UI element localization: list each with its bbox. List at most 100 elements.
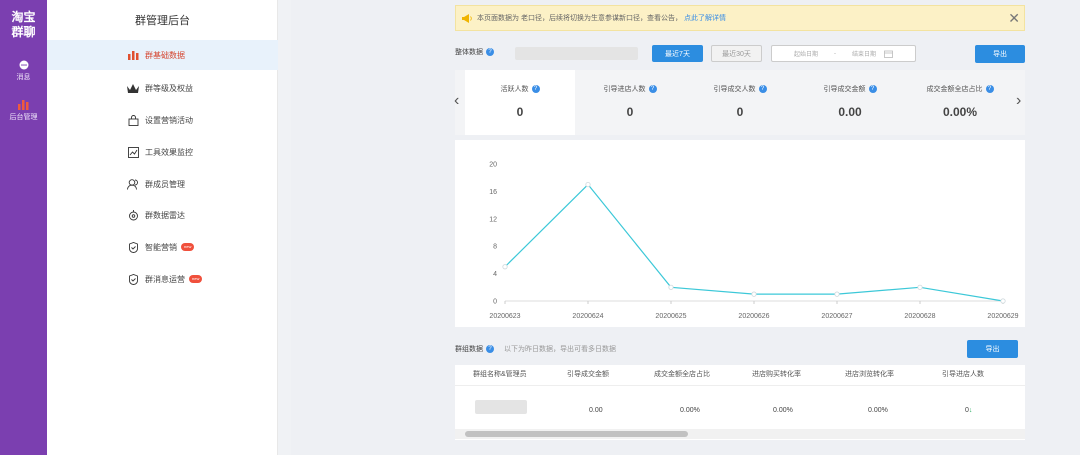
export-overview-button[interactable]: 导出 [975,45,1025,63]
metric-card[interactable]: 引导进店人数? 0 [575,70,685,135]
app-logo[interactable]: 淘宝 群聊 [0,10,47,40]
sidebar-item-label: 群等级及权益 [145,83,193,93]
last-7-days-button[interactable]: 最近7天 [652,45,703,62]
data-point [668,284,674,290]
table-header[interactable]: 成交金额全店占比 [654,369,710,379]
help-icon[interactable]: ? [985,85,994,93]
metric-value: 0 [736,105,744,119]
metric-label: 引导成交人数 [713,86,756,93]
series-line [504,183,1004,302]
sidebar-item-label: 群数据雷达 [145,210,185,220]
metric-label: 成交金额全店占比 [926,86,983,93]
rail-item-backend[interactable]: 后台管理 [0,100,47,122]
shop-selector-blurred[interactable] [515,47,638,60]
horizontal-scrollbar[interactable] [455,429,1025,439]
calendar-icon[interactable] [884,50,893,58]
end-date-input[interactable]: 结束日期 [852,49,876,58]
chat-icon [19,60,28,70]
metric-card[interactable]: 活跃人数? 0 [465,70,575,135]
start-date-input[interactable]: 起始日期 [794,49,818,58]
help-icon[interactable]: ? [531,85,540,93]
user-icon [127,178,139,190]
header-divider [455,385,1025,386]
sidebar-title: 群管理后台 [135,15,190,27]
sidebar-item-group-level[interactable]: 群等级及权益 [47,73,278,103]
scrollbar-thumb[interactable] [465,431,688,437]
metric-card[interactable]: 引导成交金额? 0.00 [795,70,905,135]
bar-chart-icon [127,49,139,61]
sidebar-item-smart-marketing[interactable]: 智能营销 new [47,232,278,262]
sidebar-item-label: 智能营销 [145,242,177,252]
megaphone-icon [462,13,472,23]
close-icon[interactable]: ✕ [1008,11,1020,25]
table-header[interactable]: 进店购买转化率 [752,369,801,379]
help-icon[interactable]: ? [648,85,657,93]
rail-item-label: 后台管理 [9,114,38,121]
sidebar-item-label: 工具效果监控 [145,147,193,157]
metric-card[interactable]: 引导成交人数? 0 [685,70,795,135]
notice-text: 本页面数据为 老口径，后续将切换为生意参谋新口径，查看公告， [477,15,682,22]
x-tick-label: 20200626 [738,313,769,320]
sidebar-item-tool-monitor[interactable]: 工具效果监控 [47,137,278,167]
table-cell: 0.00% [773,407,793,414]
export-group-button[interactable]: 导出 [967,340,1018,358]
x-tick-label: 20200627 [821,313,852,320]
arrow-down-icon: ↓ [968,407,973,414]
last-30-days-button[interactable]: 最近30天 [711,45,762,62]
bar-chart-icon [18,100,29,110]
sidebar-item-data-radar[interactable]: 群数据雷达 [47,200,278,230]
logo-line-2: 群聊 [11,25,36,39]
help-icon[interactable]: ? [868,85,877,93]
notice-details-link[interactable]: 点此了解详情 [684,13,726,23]
notice-banner: 本页面数据为 老口径，后续将切换为生意参谋新口径，查看公告， 点此了解详情 ✕ [455,5,1025,31]
help-icon[interactable]: ? [486,345,494,353]
rail-item-messages[interactable]: 消息 [0,60,47,82]
data-point [502,264,508,270]
metric-value: 0.00 [838,105,862,119]
table-header[interactable]: 引导进店人数 [942,369,984,379]
sidebar: 群管理后台 群基础数据 群等级及权益 设置营销活动 工具效果监控 群成员管理 群… [47,0,278,455]
data-point [1000,298,1006,304]
table-cell: 0.00% [868,407,888,414]
metric-label: 引导成交金额 [823,86,866,93]
chevron-right-icon[interactable]: › [1016,92,1021,110]
table-header: 群组名称&管理员 [473,371,527,378]
sidebar-item-marketing-activity[interactable]: 设置营销活动 [47,105,278,135]
shield-check-icon [127,241,139,253]
chevron-left-icon[interactable]: ‹ [454,92,459,110]
data-point [751,291,757,297]
x-tick-label: 20200629 [987,313,1018,320]
sidebar-item-member-management[interactable]: 群成员管理 [47,169,278,199]
data-point [834,291,840,297]
table-header[interactable]: 引导成交金额 [567,369,609,379]
help-icon[interactable]: ? [486,48,494,56]
data-point [585,181,591,188]
y-tick-label: 0 [493,299,497,306]
table-header[interactable]: 进店浏览转化率 [845,369,894,379]
new-badge: new [189,275,203,283]
y-tick-label: 16 [489,189,497,196]
x-tick-label: 20200624 [572,313,603,320]
help-icon[interactable]: ? [758,85,767,93]
metrics-panel: 活跃人数? 0 引导进店人数? 0 引导成交人数? 0 引导成交金额? 0.00… [455,70,1025,135]
rail-item-label: 消息 [16,74,31,81]
table-cell: 0↓ [965,407,972,414]
x-tick-label: 20200623 [489,313,520,320]
shield-check-icon [127,273,139,285]
sidebar-item-group-basic-data[interactable]: 群基础数据 [47,40,278,70]
table-cell: 0.00% [680,407,700,414]
crown-icon [127,82,139,94]
sidebar-item-message-operations[interactable]: 群消息运营 new [47,264,278,294]
overview-label: 整体数据 ? [455,47,494,57]
metric-card[interactable]: 成交金额全店占比? 0.00% [905,70,1015,135]
date-range-picker[interactable]: 起始日期 - 结束日期 [771,45,916,62]
sidebar-item-label: 群消息运营 [145,274,185,284]
shopping-bag-icon [127,114,139,126]
metric-value: 0 [516,105,524,119]
y-tick-label: 8 [493,244,497,251]
metric-value: 0.00% [942,105,978,119]
metric-value: 0 [626,105,634,119]
logo-line-1: 淘宝 [11,10,36,24]
group-name-blurred [475,400,527,414]
date-separator: - [834,50,837,57]
